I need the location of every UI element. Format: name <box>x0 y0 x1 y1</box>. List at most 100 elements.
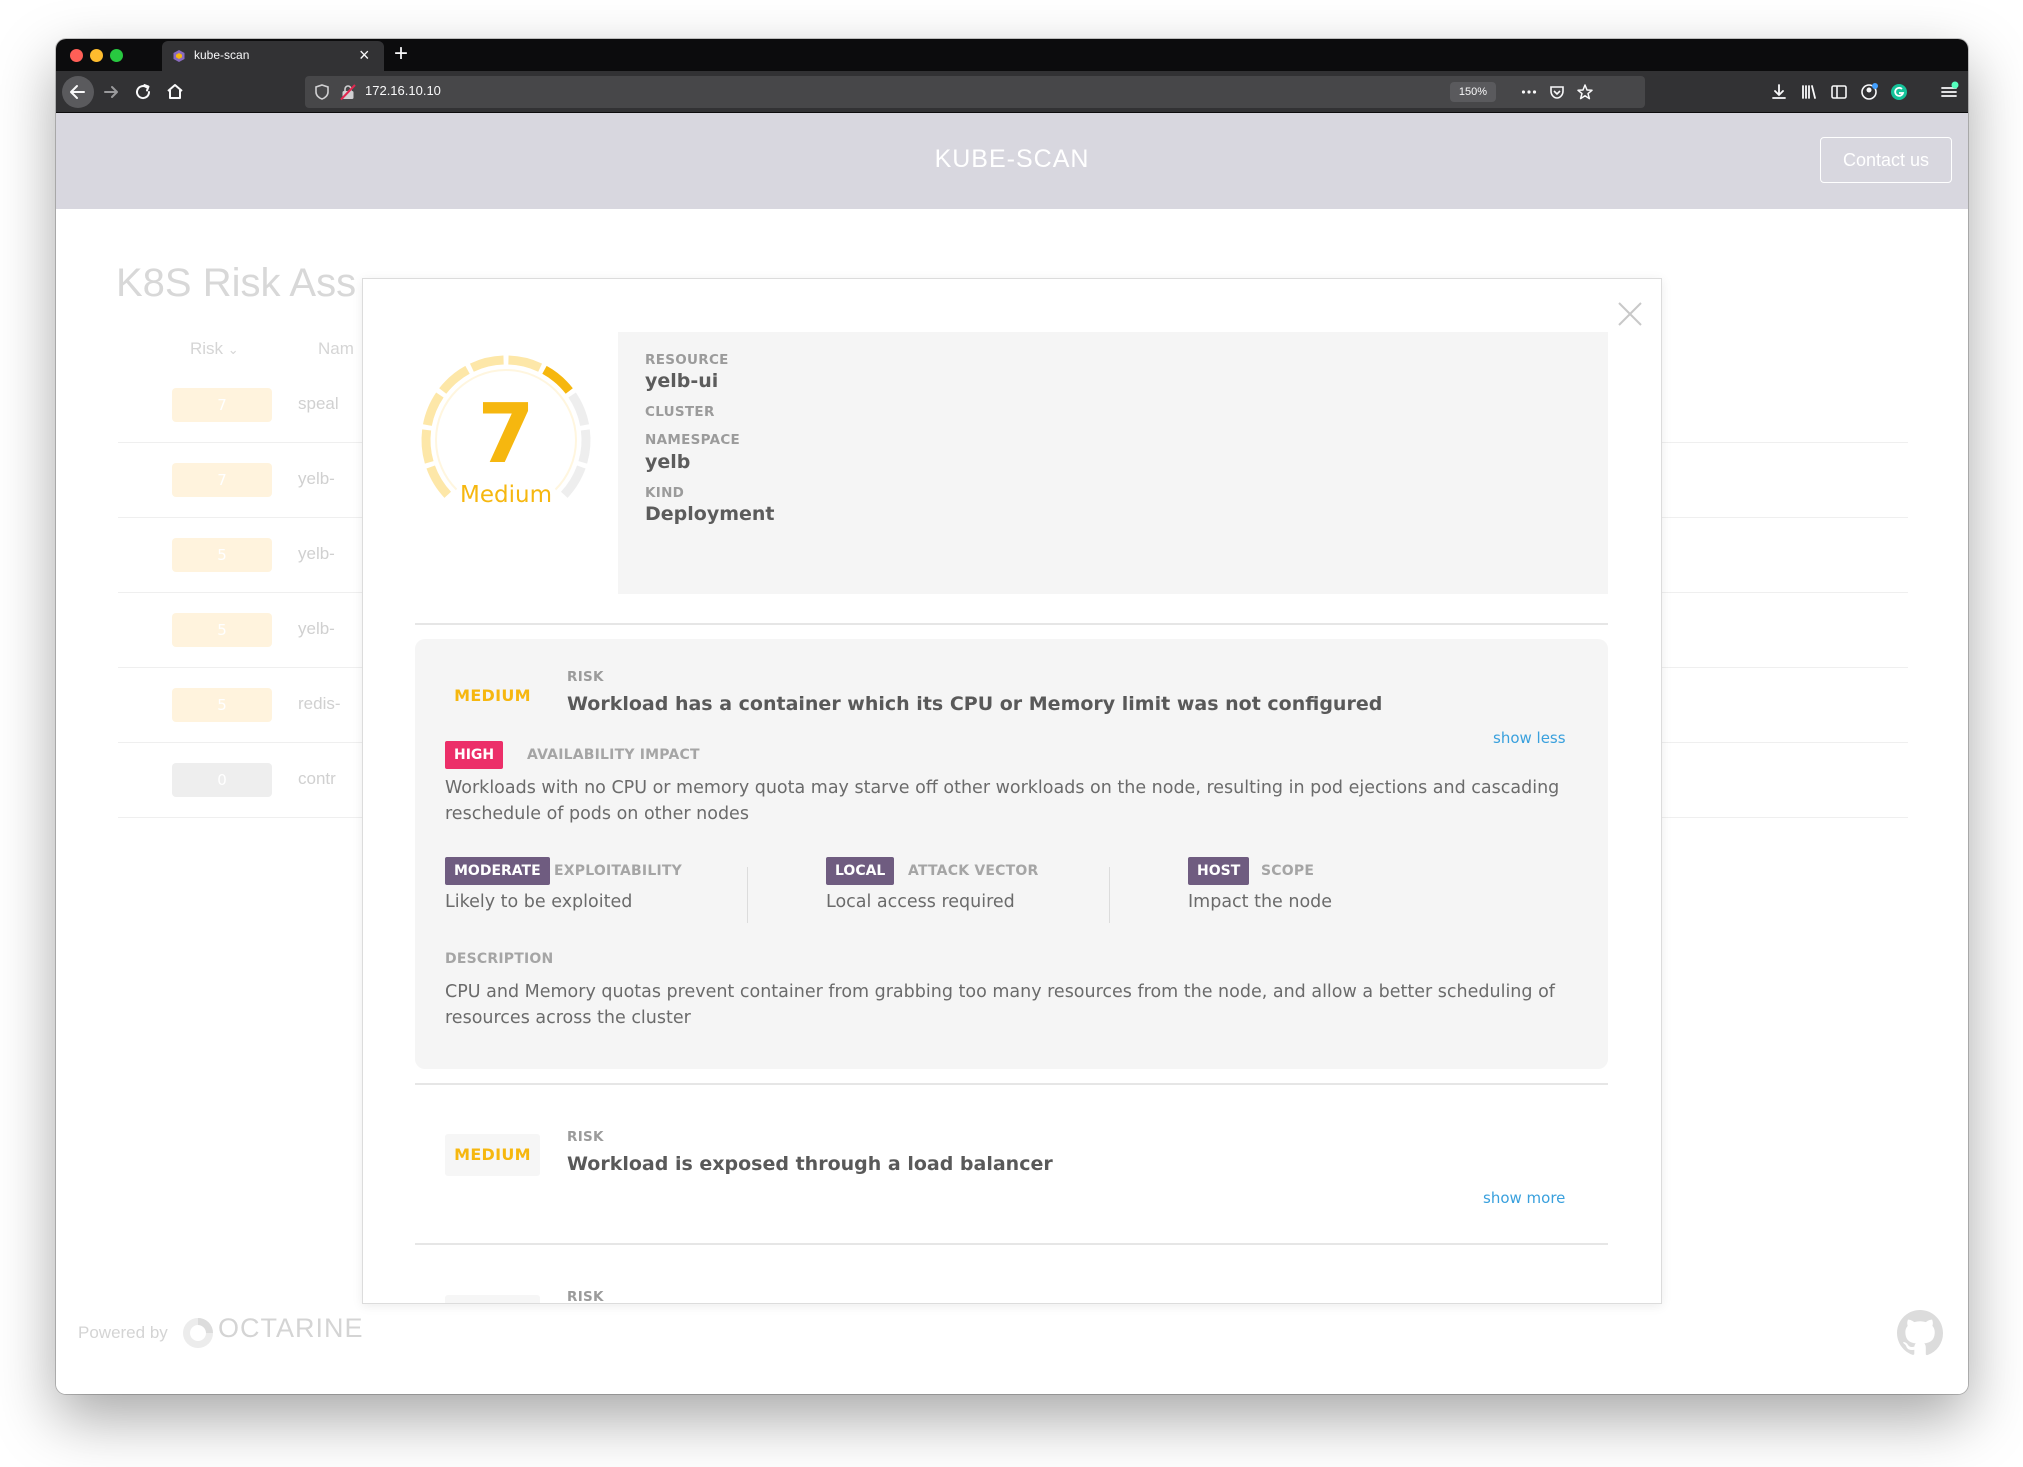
exploitability-tag: MODERATE <box>445 857 550 885</box>
url-text[interactable]: 172.16.10.10 <box>365 83 441 98</box>
octarine-brand: OCTARINE <box>218 1313 364 1343</box>
menu-icon[interactable] <box>1936 79 1962 105</box>
resource-value: yelb-ui <box>645 370 719 392</box>
show-less-link[interactable]: show less <box>1493 729 1566 747</box>
attack-vector-caption: ATTACK VECTOR <box>908 863 1039 879</box>
octarine-logo-icon <box>183 1318 213 1348</box>
insecure-lock-icon[interactable] <box>339 83 357 101</box>
tab-title: kube-scan <box>194 48 250 62</box>
downloads-icon[interactable] <box>1766 79 1792 105</box>
risk-score-badge: 0 <box>172 763 272 797</box>
factor-divider <box>747 867 748 923</box>
kind-value: Deployment <box>645 503 775 525</box>
gauge-segment <box>542 365 573 394</box>
divider <box>415 623 1608 625</box>
gauge-segment <box>469 355 504 372</box>
risk-label: RISK <box>567 1129 604 1145</box>
tab-close-icon[interactable]: × <box>359 45 370 65</box>
divider <box>415 1243 1608 1245</box>
risk-score-badge: 5 <box>172 613 272 647</box>
contact-us-button[interactable]: Contact us <box>1820 137 1952 183</box>
resource-name: speal <box>298 394 339 413</box>
risk-label: RISK <box>567 669 604 685</box>
factor-divider <box>1109 867 1110 923</box>
risk-score-value: 7 <box>477 387 535 482</box>
impact-caption: AVAILABILITY IMPACT <box>527 747 700 763</box>
github-icon[interactable] <box>1896 1309 1944 1357</box>
reload-icon[interactable] <box>130 79 156 105</box>
resource-name: contr <box>298 769 336 788</box>
risk-title: Workload is exposed through a load balan… <box>567 1153 1053 1175</box>
description-label: DESCRIPTION <box>445 951 554 967</box>
risk-score-badge: 5 <box>172 538 272 572</box>
tab-bar: kube-scan × + <box>56 39 1968 71</box>
namespace-value: yelb <box>645 451 691 473</box>
resource-name: yelb- <box>298 469 335 488</box>
pocket-icon[interactable] <box>1548 83 1566 101</box>
risk-title: Workload has a container which its CPU o… <box>567 693 1383 715</box>
home-icon[interactable] <box>162 79 188 105</box>
arrow-left-icon <box>70 85 85 99</box>
window-maximize-button[interactable] <box>110 49 123 62</box>
exploitability-text: Likely to be exploited <box>445 892 633 912</box>
severity-badge <box>445 1295 540 1303</box>
resource-label: RESOURCE <box>645 352 729 368</box>
browser-window: kube-scan × + 172.16.10.10 150% KUBE-SCA… <box>56 39 1968 1394</box>
risk-score-badge: 7 <box>172 463 272 497</box>
attack-vector-tag: LOCAL <box>826 857 895 885</box>
shield-icon[interactable] <box>313 83 331 101</box>
sidebar-icon[interactable] <box>1826 79 1852 105</box>
new-tab-button[interactable]: + <box>394 41 408 67</box>
scope-text: Impact the node <box>1188 892 1333 912</box>
app-title: KUBE-SCAN <box>934 145 1090 173</box>
resource-name: yelb- <box>298 544 335 563</box>
cluster-label: CLUSTER <box>645 404 715 420</box>
name-column-header[interactable]: Nam <box>318 339 354 359</box>
close-icon[interactable] <box>1615 299 1645 329</box>
account-icon[interactable] <box>1856 79 1882 105</box>
risk-details-modal: 7 Medium RESOURCE yelb-ui CLUSTER NAMESP… <box>362 278 1662 1304</box>
chevron-down-icon: ⌄ <box>227 342 239 357</box>
resource-info-panel: RESOURCE yelb-ui CLUSTER NAMESPACE yelb … <box>618 332 1608 594</box>
scope-caption: SCOPE <box>1261 863 1315 879</box>
browser-tab[interactable]: kube-scan × <box>162 41 384 71</box>
back-button[interactable] <box>62 76 94 108</box>
page-content: KUBE-SCAN Contact us K8S Risk Ass Risk ⌄… <box>56 113 1968 1394</box>
severity-badge: MEDIUM <box>445 1134 540 1176</box>
attack-vector-text: Local access required <box>826 892 1015 912</box>
navigation-bar: 172.16.10.10 150% <box>56 71 1968 113</box>
more-actions-icon[interactable] <box>1520 83 1538 101</box>
show-more-link[interactable]: show more <box>1483 1189 1565 1207</box>
risk-score-badge: 5 <box>172 688 272 722</box>
address-bar[interactable]: 172.16.10.10 150% <box>305 76 1645 108</box>
risk-card-expanded: MEDIUM RISK Workload has a container whi… <box>415 639 1608 1069</box>
gauge-segment <box>439 365 470 394</box>
kind-label: KIND <box>645 485 685 501</box>
impact-tag: HIGH <box>445 741 504 769</box>
impact-text: Workloads with no CPU or memory quota ma… <box>445 778 1560 824</box>
risk-column-header[interactable]: Risk ⌄ <box>190 339 239 359</box>
risk-score-badge: 7 <box>172 388 272 422</box>
zoom-level-badge[interactable]: 150% <box>1450 82 1496 102</box>
bookmark-star-icon[interactable] <box>1576 83 1594 101</box>
library-icon[interactable] <box>1796 79 1822 105</box>
forward-icon[interactable] <box>98 79 124 105</box>
gauge-segment <box>508 355 543 372</box>
exploitability-caption: EXPLOITABILITY <box>554 863 682 879</box>
divider <box>415 1083 1608 1085</box>
risk-label: RISK <box>567 1289 604 1304</box>
grammarly-icon[interactable] <box>1886 79 1912 105</box>
powered-by-label: Powered by <box>78 1323 168 1342</box>
window-close-button[interactable] <box>70 49 83 62</box>
resource-name: yelb- <box>298 619 335 638</box>
namespace-label: NAMESPACE <box>645 432 741 448</box>
severity-badge: MEDIUM <box>454 686 531 705</box>
window-minimize-button[interactable] <box>90 49 103 62</box>
description-text: CPU and Memory quotas prevent container … <box>445 982 1555 1028</box>
scope-tag: HOST <box>1188 857 1250 885</box>
page-title: K8S Risk Ass <box>116 261 357 305</box>
kube-scan-favicon-icon <box>173 50 185 62</box>
app-header: KUBE-SCAN Contact us <box>56 113 1968 209</box>
resource-name: redis- <box>298 694 341 713</box>
risk-score-label: Medium <box>460 482 552 508</box>
